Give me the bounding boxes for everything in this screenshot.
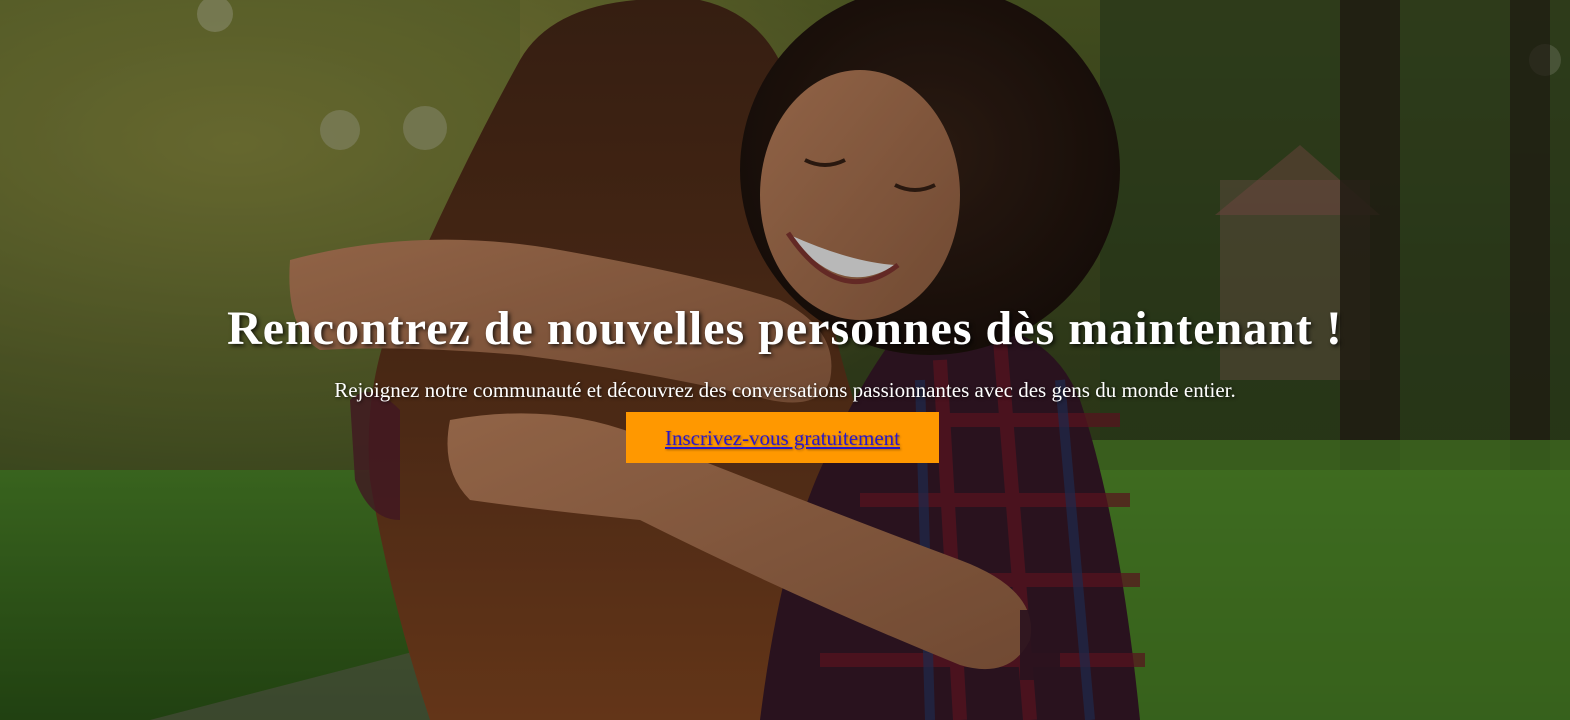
hero-content: Rencontrez de nouvelles personnes dès ma…: [0, 0, 1570, 720]
signup-link[interactable]: Inscrivez-vous gratuitement: [665, 425, 900, 451]
hero-section: Rencontrez de nouvelles personnes dès ma…: [0, 0, 1570, 720]
hero-title: Rencontrez de nouvelles personnes dès ma…: [227, 302, 1343, 355]
hero-subtitle: Rejoignez notre communauté et découvrez …: [334, 378, 1236, 402]
signup-button[interactable]: Inscrivez-vous gratuitement: [626, 412, 939, 463]
